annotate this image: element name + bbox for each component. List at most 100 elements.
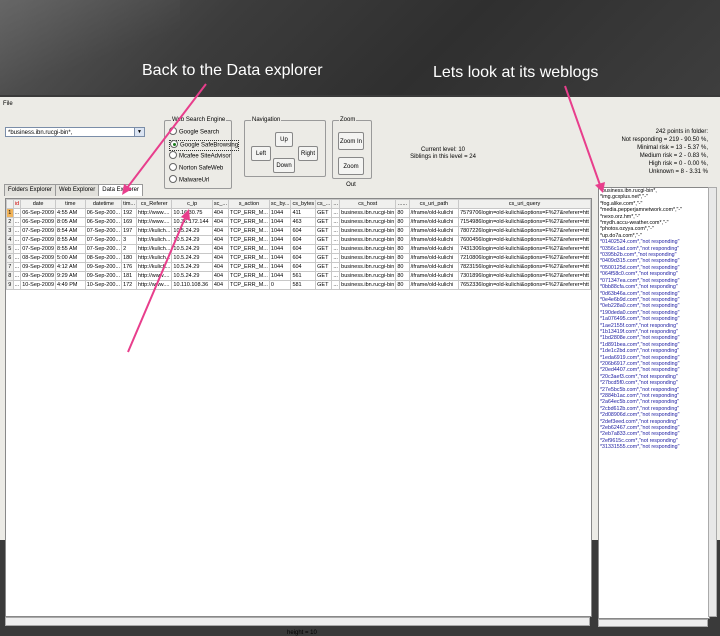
table-cell[interactable]: 80 [395, 244, 410, 254]
table-cell[interactable]: 6 [6, 253, 14, 263]
table-cell[interactable]: 10.5.24.29 [171, 235, 213, 245]
table-cell[interactable]: 10.5.24.29 [171, 244, 213, 254]
column-header[interactable]: datetime [84, 199, 123, 209]
vertical-scrollbar[interactable] [708, 187, 717, 617]
table-cell[interactable]: 404 [211, 226, 229, 236]
table-cell[interactable]: 80 [395, 280, 410, 290]
table-cell[interactable]: ... [331, 253, 341, 263]
table-cell[interactable]: 561 [290, 271, 317, 281]
table-cell[interactable]: 4 [6, 235, 14, 245]
table-cell[interactable]: 169 [121, 217, 137, 227]
table-cell[interactable]: GET [315, 271, 333, 281]
table-cell[interactable]: 80 [395, 253, 410, 263]
table-cell[interactable]: 80 [395, 262, 410, 272]
table-cell[interactable]: business.ibn.rucgi-bin [339, 226, 397, 236]
table-cell[interactable]: 1044 [268, 226, 292, 236]
table-row[interactable]: 2... 06-Sep-2009 8:05 AM 06-Sep-200... 169 ht… [6, 217, 591, 227]
table-cell[interactable]: 10.5.24.29 [171, 271, 213, 281]
table-cell[interactable]: /iframe/old-kulichi [408, 262, 460, 272]
table-cell[interactable]: 4:12 AM [55, 262, 86, 272]
table-cell[interactable]: 604 [290, 244, 317, 254]
table-cell[interactable]: GET [315, 280, 333, 290]
table-cell[interactable]: 09-Sep-2009 [20, 271, 57, 281]
table-cell[interactable]: 7579706login=old-kulichi&options=F%27&re… [458, 208, 591, 218]
table-cell[interactable]: ... [12, 271, 22, 281]
table-cell[interactable]: ... [12, 235, 22, 245]
table-cell[interactable]: /iframe/old-kulichi [408, 217, 460, 227]
table-cell[interactable]: 08-Sep-2009 [20, 253, 57, 263]
column-header[interactable]: ...... [395, 199, 410, 209]
table-cell[interactable]: 404 [211, 262, 229, 272]
horizontal-scrollbar[interactable] [5, 617, 590, 626]
table-cell[interactable]: ... [12, 262, 22, 272]
table-cell[interactable]: TCP_ERR_M... [227, 208, 270, 218]
table-cell[interactable]: 1044 [268, 217, 292, 227]
table-cell[interactable]: 0 [268, 280, 292, 290]
table-cell[interactable]: GET [315, 235, 333, 245]
table-cell[interactable]: business.ibn.rucgi-bin [339, 235, 397, 245]
table-cell[interactable]: 06-Sep-200... [84, 208, 123, 218]
table-cell[interactable]: TCP_ERR_M... [227, 280, 270, 290]
table-cell[interactable]: 09-Sep-200... [84, 271, 123, 281]
table-cell[interactable]: 8:05 AM [55, 217, 86, 227]
table-cell[interactable]: 404 [211, 253, 229, 263]
table-cell[interactable]: http://kulich... [135, 253, 173, 263]
nav-up-button[interactable]: Up [275, 132, 293, 147]
table-cell[interactable]: business.ibn.rucgi-bin [339, 208, 397, 218]
table-cell[interactable]: 7154986login=old-kulichi&options=F%27&re… [458, 217, 591, 227]
table-cell[interactable]: 09-Sep-200... [84, 262, 123, 272]
table-cell[interactable]: 10.5.24.29 [171, 226, 213, 236]
table-cell[interactable]: 581 [290, 280, 317, 290]
table-cell[interactable]: business.ibn.rucgi-bin [339, 280, 397, 290]
list-item[interactable]: *31331555.com*,"not responding" [599, 444, 709, 450]
table-cell[interactable]: 80 [395, 271, 410, 281]
table-cell[interactable]: http://kulich... [135, 235, 173, 245]
table-cell[interactable]: /iframe/old-kulichi [408, 271, 460, 281]
table-cell[interactable]: business.ibn.rucgi-bin [339, 244, 397, 254]
radio-norton-safeweb[interactable]: Norton SafeWeb [169, 163, 223, 173]
table-cell[interactable]: 06-Sep-2009 [20, 217, 57, 227]
table-cell[interactable]: TCP_ERR_M... [227, 271, 270, 281]
table-cell[interactable]: 1044 [268, 244, 292, 254]
table-cell[interactable]: 5:00 AM [55, 253, 86, 263]
table-row[interactable]: 3... 07-Sep-2009 8:54 AM 07-Sep-200... 197 ht… [6, 226, 591, 236]
table-cell[interactable]: http://www.... [135, 217, 173, 227]
table-cell[interactable]: ... [331, 208, 341, 218]
table-row[interactable]: 1... 06-Sep-2009 4:55 AM 06-Sep-200... 192 ht… [6, 208, 591, 218]
table-cell[interactable]: 4:49 PM [55, 280, 86, 290]
table-cell[interactable]: 1044 [268, 208, 292, 218]
table-cell[interactable]: TCP_ERR_M... [227, 253, 270, 263]
table-row[interactable]: 6... 08-Sep-2009 5:00 AM 08-Sep-200... 180 ht… [6, 253, 591, 263]
column-header[interactable]: date [20, 199, 57, 209]
domain-combobox[interactable]: *business.ibn.rucgi-bin*, ▼ [5, 127, 145, 137]
table-cell[interactable]: 9:29 AM [55, 271, 86, 281]
weblog-domain-list[interactable]: *business.ibn.rucgi-bin*, *img.gcxplus.ne… [598, 187, 710, 619]
table-cell[interactable]: 80 [395, 235, 410, 245]
table-cell[interactable]: 07-Sep-200... [84, 235, 123, 245]
table-cell[interactable]: /iframe/old-kulichi [408, 253, 460, 263]
table-cell[interactable]: 1044 [268, 235, 292, 245]
column-header[interactable]: id [12, 199, 22, 209]
column-header[interactable]: sc_... [211, 199, 229, 209]
table-cell[interactable]: ... [12, 208, 22, 218]
table-cell[interactable]: ... [12, 253, 22, 263]
table-row[interactable]: 7... 09-Sep-2009 4:12 AM 09-Sep-200... 176 ht… [6, 262, 591, 272]
table-cell[interactable]: 604 [290, 235, 317, 245]
table-cell[interactable]: 604 [290, 253, 317, 263]
table-cell[interactable]: 463 [290, 217, 317, 227]
table-cell[interactable]: TCP_ERR_M... [227, 226, 270, 236]
table-cell[interactable]: 09-Sep-2009 [20, 262, 57, 272]
table-cell[interactable]: 10.36.172.144 [171, 217, 213, 227]
table-cell[interactable]: 2 [121, 244, 137, 254]
tab-data-explorer[interactable]: Data Explorer [98, 184, 143, 196]
table-cell[interactable]: 172 [121, 280, 137, 290]
table-cell[interactable]: ... [12, 217, 22, 227]
chevron-down-icon[interactable]: ▼ [134, 128, 144, 136]
nav-right-button[interactable]: Right [298, 146, 318, 161]
table-cell[interactable]: TCP_ERR_M... [227, 235, 270, 245]
table-cell[interactable]: 7652336login=old-kulichi&options=F%27&re… [458, 280, 591, 290]
table-cell[interactable]: /iframe/old-kulichi [408, 244, 460, 254]
table-cell[interactable]: 9 [6, 280, 14, 290]
table-cell[interactable]: ... [12, 280, 22, 290]
table-cell[interactable]: 7210806login=old-kulichi&options=F%27&re… [458, 253, 591, 263]
